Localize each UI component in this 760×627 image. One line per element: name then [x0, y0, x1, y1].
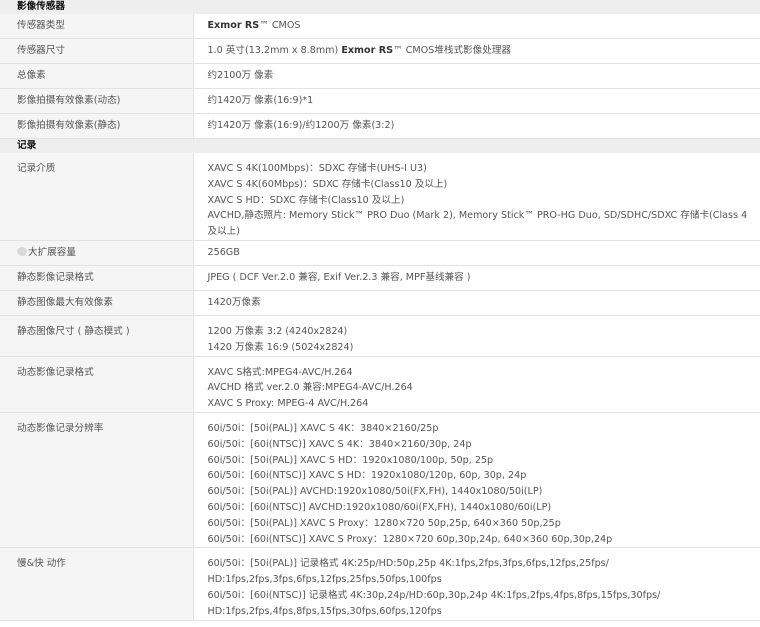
spec-row-effective-still: 影像拍摄有效像素(静态) 约1420万 像素(16:9)/约1200万 像素(3…: [0, 113, 760, 139]
spec-row-slow-quick: 慢&快 动作 60i/50i：[50i(PAL)] 记录格式 4K:25p/HD…: [0, 547, 760, 621]
value-line: 60i/50i：[50i(PAL)] 记录格式 4K:25p/HD:50p,25…: [207, 558, 609, 570]
value-line: 60i/50i：[60i(NTSC)] XAVC S Proxy：1280×72…: [207, 533, 613, 545]
spec-row-still-size: 静态图像尺寸 ( 静态模式 ) 1200 万像素 3:2 (4240x2824)…: [0, 315, 760, 357]
value-line: 60i/50i：[50i(PAL)] XAVC S Proxy：1280×720…: [207, 517, 561, 529]
value-line: 60i/50i：[60i(NTSC)] AVCHD:1920x1080/60i(…: [207, 501, 552, 513]
spec-label: 静态图像尺寸 ( 静态模式 ): [0, 315, 194, 357]
value-line: 60i/50i：[50i(PAL)] XAVC S HD：1920x1080/1…: [207, 454, 494, 466]
spec-label: 影像拍摄有效像素(动态): [0, 88, 194, 114]
spec-value: 60i/50i：[50i(PAL)] XAVC S 4K：3840×2160/2…: [193, 412, 760, 549]
spec-row-media: 记录介质 XAVC S 4K(100Mbps)：SDXC 存储卡(UHS-I U…: [0, 153, 760, 241]
value-suffix: ™ CMOS: [259, 20, 301, 31]
spec-label: 传感器尺寸: [0, 38, 194, 64]
spec-value: Exmor RS™ CMOS: [193, 14, 760, 39]
brand-text: Exmor RS: [207, 20, 260, 31]
value-suffix: ™ CMOS堆栈式影像处理器: [393, 45, 512, 56]
spec-label: 大扩展容量: [0, 240, 194, 266]
value-line: XAVC S 4K(100Mbps)：SDXC 存储卡(UHS-I U3): [207, 163, 427, 174]
spec-label: 总像素: [0, 63, 194, 89]
value-line: 60i/50i：[50i(PAL)] AVCHD:1920x1080/50i(F…: [207, 486, 543, 498]
spec-label: 记录介质: [0, 153, 194, 241]
spec-row-movie-resolution: 动态影像记录分辨率 60i/50i：[50i(PAL)] XAVC S 4K：3…: [0, 412, 760, 549]
spec-label: 影像拍摄有效像素(静态): [0, 113, 194, 139]
brand-text: Exmor RS: [341, 45, 394, 56]
spec-value: 1.0 英寸(13.2mm x 8.8mm) Exmor RS™ CMOS堆栈式…: [193, 38, 760, 64]
spec-value: 约2100万 像素: [193, 63, 760, 89]
spec-row-sensor-size: 传感器尺寸 1.0 英寸(13.2mm x 8.8mm) Exmor RS™ C…: [0, 38, 760, 64]
spec-value: XAVC S 4K(100Mbps)：SDXC 存储卡(UHS-I U3) XA…: [193, 153, 760, 241]
blurred-glyph-icon: [17, 246, 27, 256]
section-header-sensor: 影像传感器: [0, 0, 760, 14]
spec-row-total-pixels: 总像素 约2100万 像素: [0, 63, 760, 89]
spec-value: 约1420万 像素(16:9)*1: [193, 88, 760, 114]
spec-row-effective-movie: 影像拍摄有效像素(动态) 约1420万 像素(16:9)*1: [0, 88, 760, 114]
value-line: 60i/50i：[60i(NTSC)] XAVC S 4K：3840×2160/…: [207, 438, 472, 450]
value-prefix: 1.0 英寸(13.2mm x 8.8mm): [207, 45, 342, 56]
value-line: XAVC S HD：SDXC 存储卡(Class10 及以上): [207, 194, 405, 206]
value-line: 60i/50i：[60i(NTSC)] 记录格式 4K:30p,24p/HD:6…: [207, 589, 661, 601]
value-line: AVCHD,静态照片: Memory Stick™ PRO Duo (Mark …: [207, 210, 748, 238]
value-line: AVCHD 格式 ver.2.0 兼容:MPEG4-AVC/H.264: [207, 382, 413, 394]
spec-value: 1420万像素: [193, 290, 760, 316]
value-line: 60i/50i：[50i(PAL)] XAVC S 4K：3840×2160/2…: [207, 422, 439, 434]
spec-label: 动态影像记录分辨率: [0, 412, 194, 549]
value-line: 60i/50i：[60i(NTSC)] XAVC S HD：1920x1080/…: [207, 470, 527, 482]
spec-value: JPEG ( DCF Ver.2.0 兼容, Exif Ver.2.3 兼容, …: [193, 265, 760, 291]
spec-label: 慢&快 动作: [0, 547, 194, 621]
value-line: HD:1fps,2fps,4fps,8fps,15fps,30fps,60fps…: [207, 605, 442, 617]
spec-value: 1200 万像素 3:2 (4240x2824) 1420 万像素 16:9 (…: [193, 315, 760, 357]
value-line: XAVC S格式:MPEG4-AVC/H.264: [207, 366, 353, 378]
value-line: 1420 万像素 16:9 (5024x2824): [207, 341, 354, 353]
spec-row-movie-format: 动态影像记录格式 XAVC S格式:MPEG4-AVC/H.264 AVCHD …: [0, 356, 760, 413]
value-line: HD:1fps,2fps,3fps,6fps,12fps,25fps,50fps…: [207, 574, 442, 586]
spec-table: 影像传感器 传感器类型 Exmor RS™ CMOS 传感器尺寸 1.0 英寸(…: [0, 0, 760, 621]
value-line: XAVC S 4K(60Mbps)：SDXC 存储卡(Class10 及以上): [207, 178, 448, 190]
section-title-recording: 记录: [0, 138, 193, 153]
spec-row-still-format: 静态影像记录格式 JPEG ( DCF Ver.2.0 兼容, Exif Ver…: [0, 265, 760, 291]
spec-row-sensor-type: 传感器类型 Exmor RS™ CMOS: [0, 14, 760, 39]
label-text: 大扩展容量: [28, 246, 76, 258]
spec-value: XAVC S格式:MPEG4-AVC/H.264 AVCHD 格式 ver.2.…: [193, 356, 760, 413]
section-header-recording: 记录: [0, 138, 760, 153]
spec-value: 60i/50i：[50i(PAL)] 记录格式 4K:25p/HD:50p,25…: [193, 547, 760, 621]
value-line: XAVC S Proxy: MPEG-4 AVC/H.264: [207, 398, 369, 410]
spec-row-still-max-pixels: 静态图像最大有效像素 1420万像素: [0, 290, 760, 316]
section-title-sensor: 影像传感器: [0, 0, 193, 14]
value-line: 1200 万像素 3:2 (4240x2824): [207, 325, 348, 337]
spec-row-max-capacity: 大扩展容量 256GB: [0, 240, 760, 266]
spec-label: 静态影像记录格式: [0, 265, 194, 291]
spec-label: 传感器类型: [0, 14, 194, 39]
spec-label: 静态图像最大有效像素: [0, 290, 194, 316]
spec-value: 256GB: [193, 240, 760, 266]
spec-value: 约1420万 像素(16:9)/约1200万 像素(3:2): [193, 113, 760, 139]
spec-label: 动态影像记录格式: [0, 356, 194, 413]
